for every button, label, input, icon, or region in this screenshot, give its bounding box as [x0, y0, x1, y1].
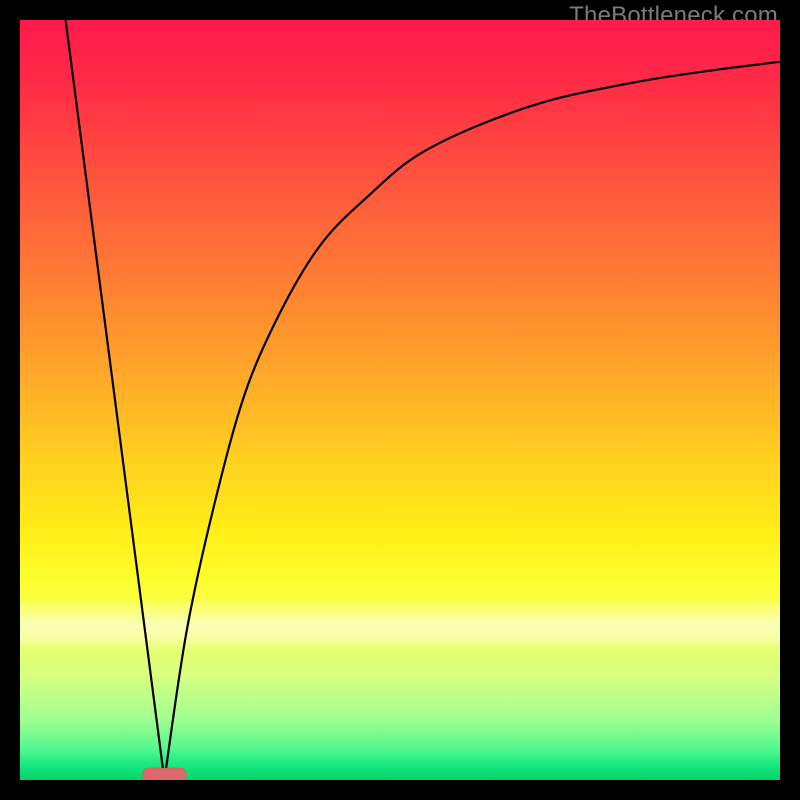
curve-group [66, 20, 780, 780]
bottom-marker [142, 768, 186, 780]
plot-area [20, 20, 780, 780]
left-line [66, 20, 165, 780]
chart-frame: TheBottleneck.com [0, 0, 800, 800]
right-curve [164, 62, 780, 780]
chart-svg [20, 20, 780, 780]
